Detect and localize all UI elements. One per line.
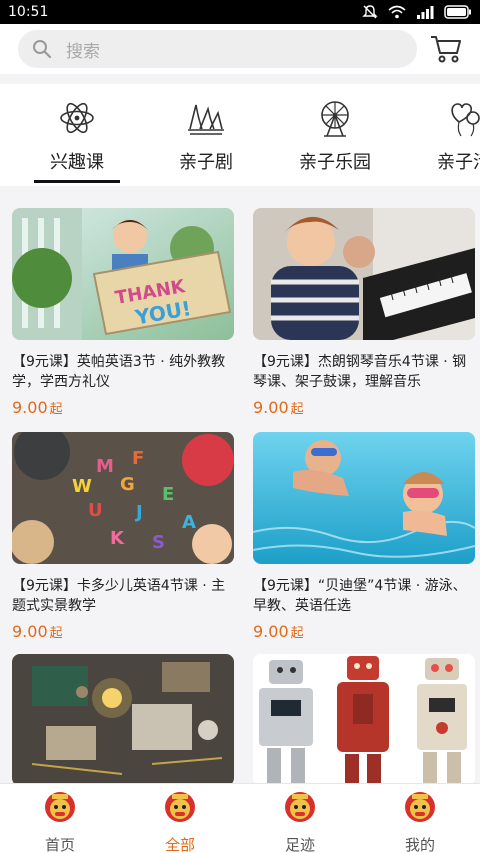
active-category-underline xyxy=(34,180,120,183)
product-image[interactable] xyxy=(253,208,475,340)
svg-text:G: G xyxy=(120,474,135,495)
balloon-icon xyxy=(451,103,480,137)
product-card[interactable] xyxy=(12,654,234,786)
product-price: 9.00 起 xyxy=(253,622,304,641)
svg-text:E: E xyxy=(162,484,174,505)
product-title: 【9元课】“贝迪堡”4节课 · 游泳、早教、英语任选 xyxy=(253,578,467,614)
svg-text:F: F xyxy=(132,448,144,469)
tab-label: 首页 xyxy=(44,836,75,853)
product-image[interactable]: THANK YOU! xyxy=(12,208,234,340)
cart-icon xyxy=(431,36,462,63)
product-card[interactable]: THANK YOU! 【9元课】英帕英语3节 · 纯外教教学，学西方礼仪 9.0… xyxy=(12,208,234,417)
product-price: 9.00 起 xyxy=(12,398,63,417)
battery-icon xyxy=(444,5,471,19)
tab-mine[interactable]: 我的 xyxy=(360,784,480,853)
lion-mascot-icon xyxy=(405,792,435,822)
product-card[interactable] xyxy=(253,654,475,786)
opera-house-icon xyxy=(188,104,224,135)
svg-text:U: U xyxy=(88,500,103,521)
product-title: 【9元课】卡多少儿英语4节课 · 主题式实景教学 xyxy=(12,578,226,614)
product-card[interactable]: 【9元课】“贝迪堡”4节课 · 游泳、早教、英语任选 9.00 起 xyxy=(253,432,475,641)
category-label: 兴趣课 xyxy=(50,152,104,173)
lion-mascot-icon xyxy=(165,792,195,822)
category-family-activity[interactable]: 亲子活 xyxy=(399,98,480,174)
cart-button[interactable] xyxy=(429,31,464,67)
category-family-drama[interactable]: 亲子剧 xyxy=(141,98,271,174)
svg-text:M: M xyxy=(96,456,114,477)
top-header: 搜索 xyxy=(0,24,480,74)
product-title: 【9元课】杰朗钢琴音乐4节课 · 钢琴课、架子鼓课，理解音乐 xyxy=(253,354,467,390)
status-bar: 10:51 xyxy=(0,0,480,24)
svg-text:W: W xyxy=(72,476,92,497)
category-label: 亲子乐园 xyxy=(299,152,371,173)
product-image[interactable] xyxy=(253,432,475,564)
status-time: 10:51 xyxy=(8,4,49,20)
lion-mascot-icon xyxy=(45,792,75,822)
wifi-icon xyxy=(388,5,406,19)
tab-label: 全部 xyxy=(164,836,195,853)
svg-text:K: K xyxy=(110,528,125,549)
atom-icon xyxy=(60,102,94,134)
svg-text:J: J xyxy=(134,502,143,523)
category-family-park[interactable]: 亲子乐园 xyxy=(270,98,400,174)
product-price: 9.00 起 xyxy=(12,622,63,641)
bottom-tab-bar: 首页 全部 足迹 我的 xyxy=(0,783,480,853)
category-label: 亲子剧 xyxy=(179,152,233,173)
product-title: 【9元课】英帕英语3节 · 纯外教教学，学西方礼仪 xyxy=(12,354,226,390)
product-card[interactable]: 【9元课】杰朗钢琴音乐4节课 · 钢琴课、架子鼓课，理解音乐 9.00 起 xyxy=(253,208,475,417)
svg-text:A: A xyxy=(182,512,196,533)
product-image[interactable] xyxy=(253,654,475,786)
status-icons xyxy=(362,4,472,20)
search-bar[interactable]: 搜索 xyxy=(18,30,417,68)
search-icon xyxy=(33,40,52,59)
product-price: 9.00 起 xyxy=(253,398,304,417)
tab-label: 我的 xyxy=(404,836,435,853)
tab-footprints[interactable]: 足迹 xyxy=(240,784,360,853)
lion-mascot-icon xyxy=(285,792,315,822)
svg-text:S: S xyxy=(152,532,165,553)
tab-label: 足迹 xyxy=(284,836,315,853)
mute-icon xyxy=(362,5,378,19)
category-strip: 兴趣课 亲子剧 亲子乐园 亲子活 xyxy=(0,84,480,186)
ferris-wheel-icon xyxy=(321,101,349,137)
category-label: 亲子活 xyxy=(437,152,480,173)
product-card[interactable]: MG UJ EK SW AF 【9元课】卡多少儿英语4节课 · 主题式实景教学 … xyxy=(12,432,234,641)
search-placeholder: 搜索 xyxy=(66,41,100,62)
product-image[interactable] xyxy=(12,654,234,786)
tab-home[interactable]: 首页 xyxy=(0,784,120,853)
signal-icon xyxy=(417,6,434,19)
product-image[interactable]: MG U J E K S W A F xyxy=(12,432,234,564)
category-interest-class[interactable]: 兴趣课 xyxy=(12,98,142,174)
tab-all[interactable]: 全部 xyxy=(120,784,240,853)
